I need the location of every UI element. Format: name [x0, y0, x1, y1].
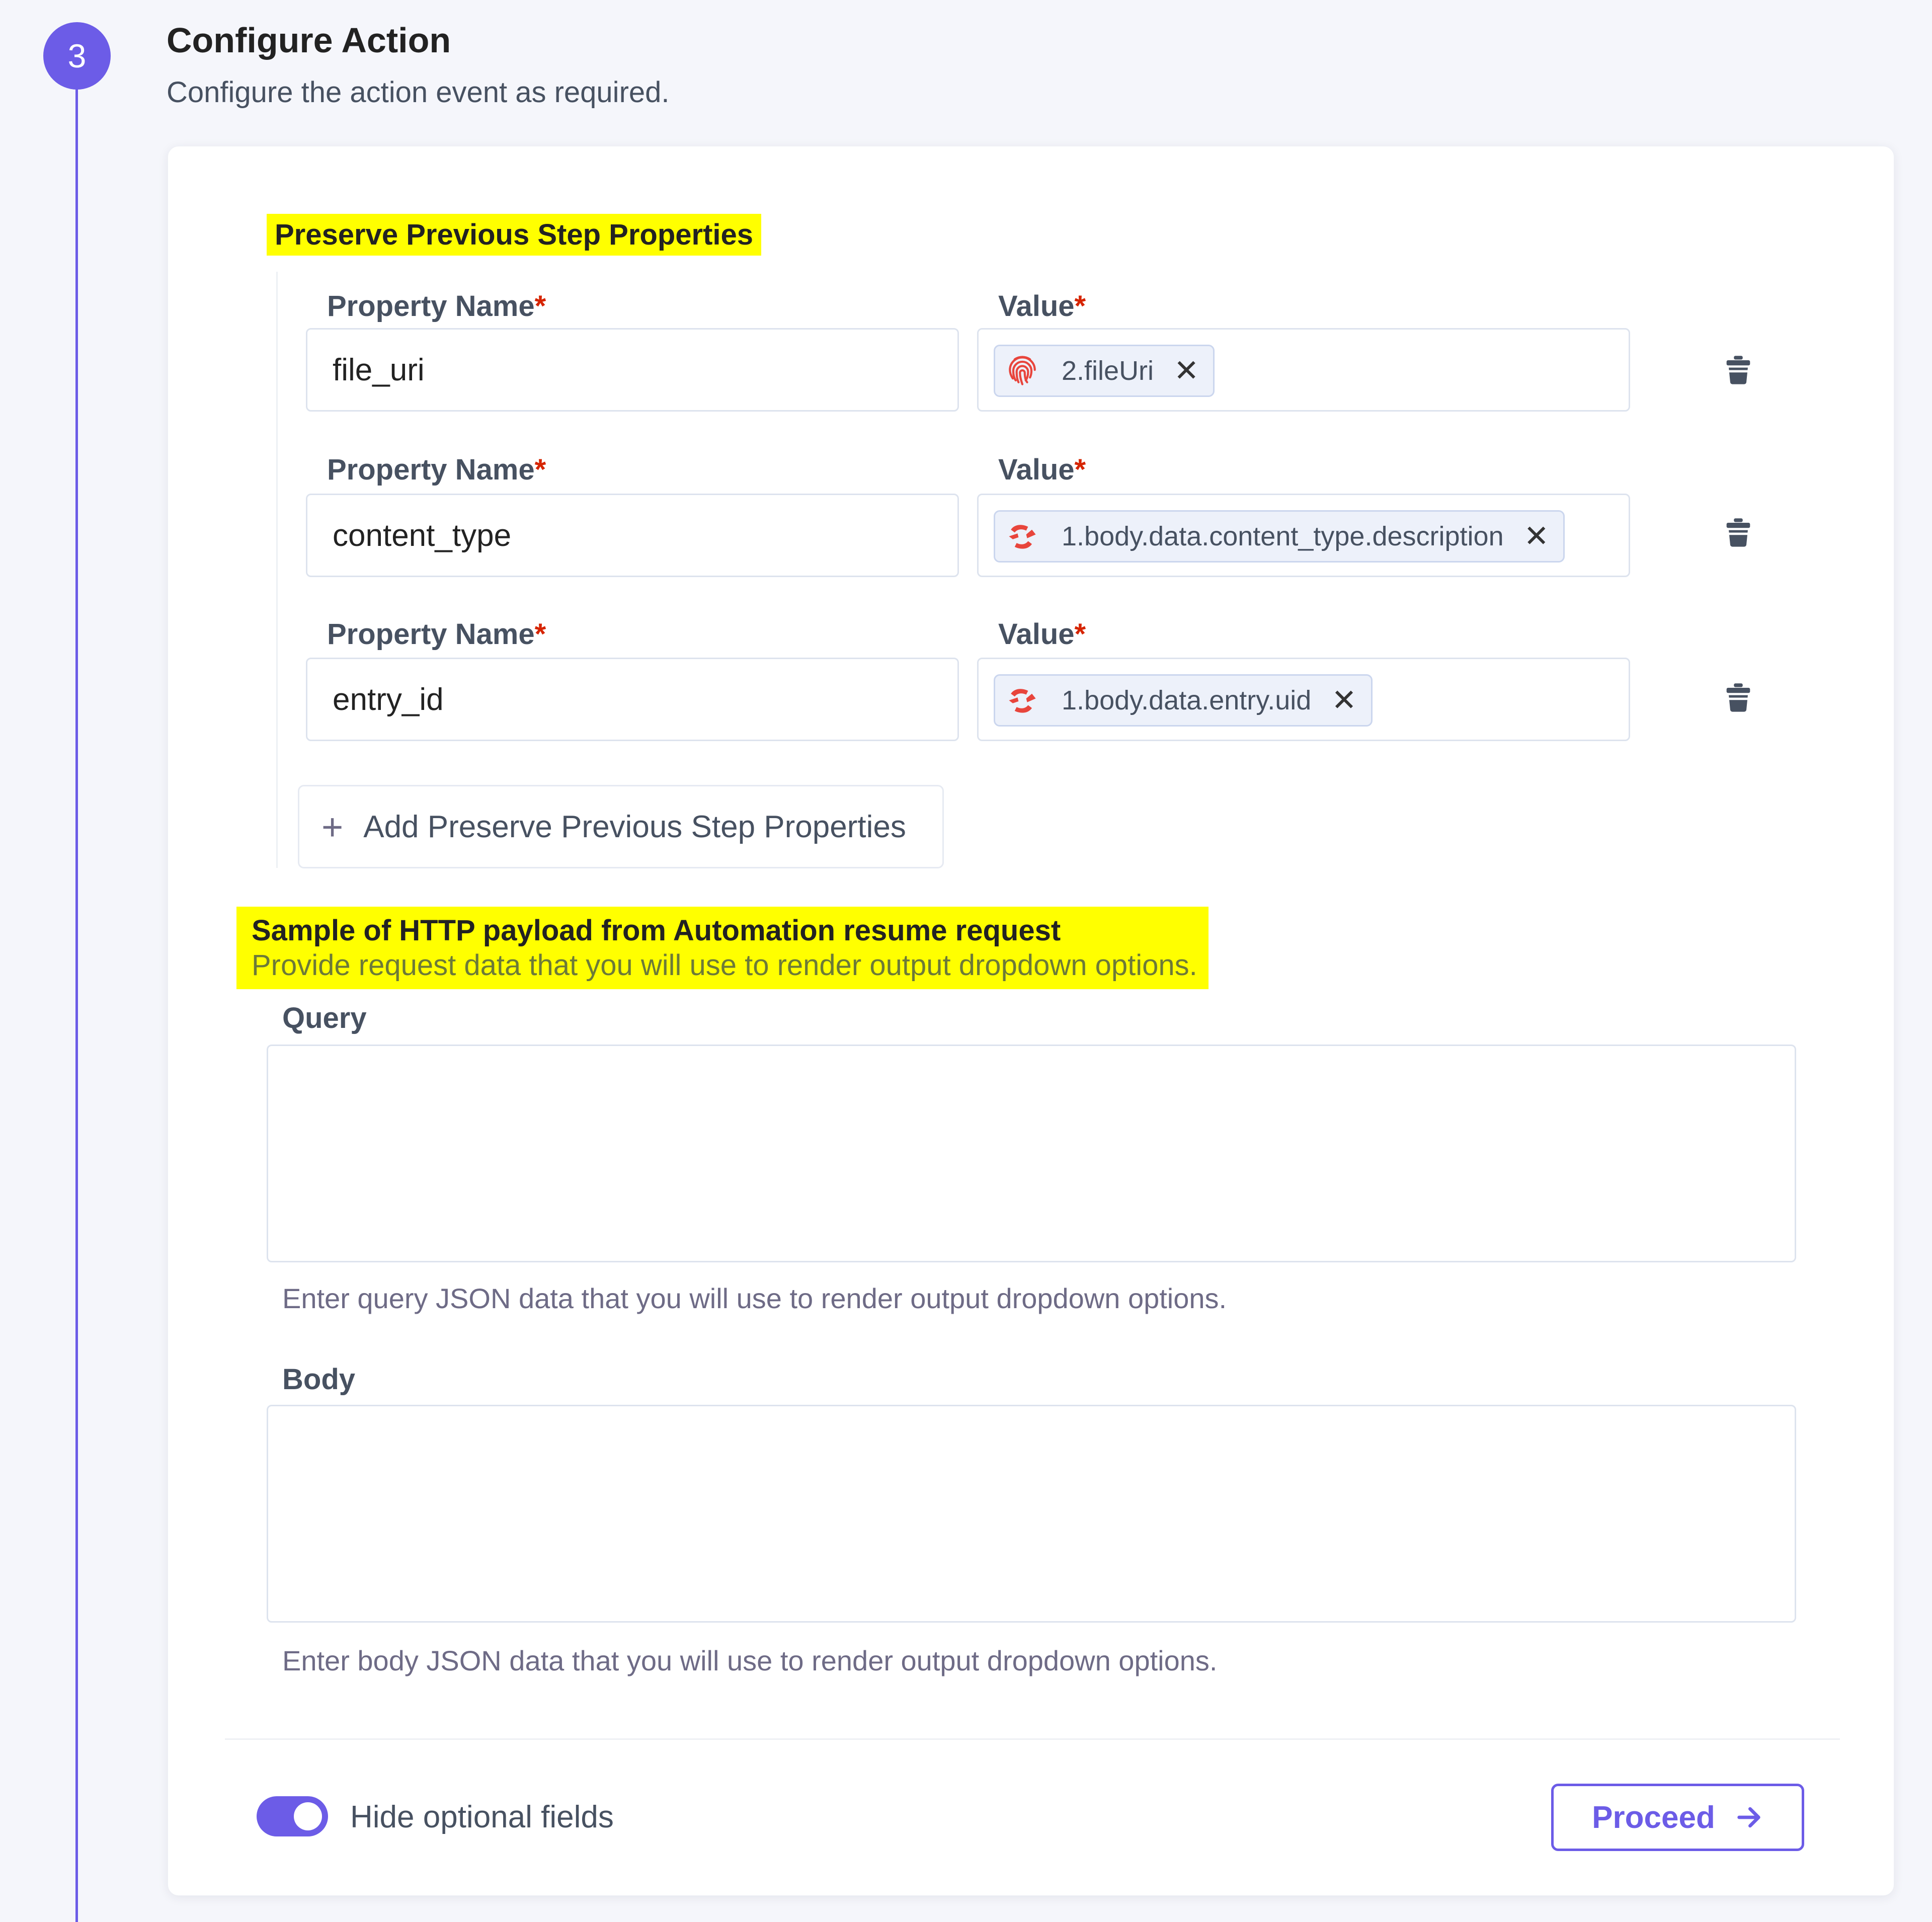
proceed-label: Proceed [1592, 1800, 1715, 1835]
footer-divider [225, 1738, 1840, 1740]
value-token-text: 1.body.data.entry.uid [1062, 685, 1312, 715]
hide-optional-fields-label: Hide optional fields [350, 1800, 614, 1834]
preserve-section-title: Preserve Previous Step Properties [267, 214, 762, 256]
step-title: Configure Action [167, 21, 451, 60]
step-timeline-line [75, 75, 78, 1922]
property-name-label: Property Name* [327, 290, 546, 323]
body-label: Body [282, 1363, 355, 1396]
add-preserve-property-button[interactable]: + Add Preserve Previous Step Properties [298, 785, 944, 868]
value-input[interactable]: 1.body.data.content_type.description ✕ [977, 494, 1630, 577]
property-name-value: entry_id [333, 682, 444, 717]
value-input[interactable]: 2.fileUri ✕ [977, 328, 1630, 412]
toggle-knob [294, 1802, 322, 1830]
remove-token-icon[interactable]: ✕ [1331, 683, 1356, 718]
payload-section-header: Sample of HTTP payload from Automation r… [236, 907, 1209, 989]
query-help-text: Enter query JSON data that you will use … [282, 1283, 1227, 1314]
remove-token-icon[interactable]: ✕ [1174, 353, 1199, 388]
value-token-chip: 2.fileUri ✕ [994, 345, 1215, 397]
step-subtitle: Configure the action event as required. [167, 76, 670, 109]
hide-optional-fields-toggle[interactable] [257, 1796, 328, 1836]
arrow-right-icon [1734, 1803, 1763, 1832]
remove-token-icon[interactable]: ✕ [1524, 519, 1549, 554]
delete-row-icon[interactable] [1721, 352, 1756, 387]
value-token-text: 2.fileUri [1062, 356, 1154, 386]
step-number-badge: 3 [43, 22, 111, 90]
query-json-input[interactable] [267, 1045, 1796, 1262]
value-label: Value* [998, 618, 1086, 651]
plus-icon: + [321, 806, 344, 848]
property-name-label: Property Name* [327, 453, 546, 486]
property-name-input[interactable]: entry_id [306, 658, 959, 741]
fingerprint-icon [1003, 352, 1041, 390]
property-name-value: content_type [333, 518, 512, 553]
value-token-chip: 1.body.data.content_type.description ✕ [994, 510, 1565, 563]
value-label: Value* [998, 453, 1086, 486]
body-json-input[interactable] [267, 1405, 1796, 1623]
value-token-text: 1.body.data.content_type.description [1062, 521, 1504, 551]
contentstack-logo-icon [1003, 681, 1041, 719]
add-preserve-property-label: Add Preserve Previous Step Properties [363, 809, 906, 844]
delete-row-icon[interactable] [1721, 680, 1756, 715]
value-token-chip: 1.body.data.entry.uid ✕ [994, 674, 1373, 727]
value-input[interactable]: 1.body.data.entry.uid ✕ [977, 658, 1630, 741]
preserve-group-rail [276, 272, 278, 868]
proceed-button[interactable]: Proceed [1551, 1784, 1804, 1851]
property-name-input[interactable]: content_type [306, 494, 959, 577]
value-label: Value* [998, 290, 1086, 323]
delete-row-icon[interactable] [1721, 515, 1756, 550]
payload-section-title: Sample of HTTP payload from Automation r… [252, 914, 1061, 947]
property-name-label: Property Name* [327, 618, 546, 651]
payload-section-description: Provide request data that you will use t… [252, 949, 1197, 982]
query-label: Query [282, 1002, 367, 1034]
property-name-input[interactable]: file_uri [306, 328, 959, 412]
property-name-value: file_uri [333, 352, 425, 387]
body-help-text: Enter body JSON data that you will use t… [282, 1645, 1218, 1676]
contentstack-logo-icon [1003, 517, 1041, 555]
